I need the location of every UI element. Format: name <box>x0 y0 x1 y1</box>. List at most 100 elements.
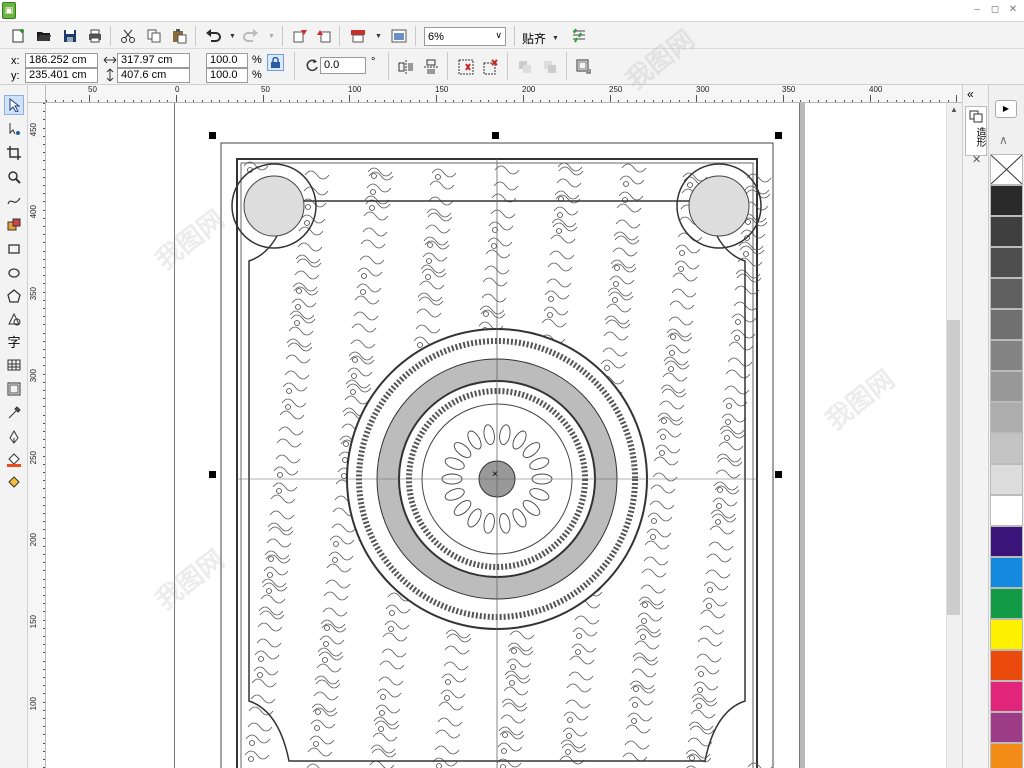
scroll-up-icon[interactable]: ▲ <box>950 105 958 114</box>
copy-icon[interactable] <box>144 26 164 46</box>
freehand-tool-icon[interactable] <box>4 191 24 211</box>
new-document-icon[interactable] <box>9 26 29 46</box>
export-icon[interactable] <box>314 26 334 46</box>
color-swatch[interactable] <box>990 402 1023 433</box>
smart-fill-tool-icon[interactable] <box>4 215 24 235</box>
ruler-label: 400 <box>29 205 38 219</box>
palette-scroll-up[interactable]: ∧ <box>999 133 1008 147</box>
options-icon[interactable] <box>569 26 589 46</box>
shape-tool-icon[interactable] <box>4 119 24 139</box>
scale-y-percent: % <box>252 69 262 81</box>
rectangle-tool-icon[interactable] <box>4 239 24 259</box>
snap-label: 贴齐 <box>522 32 547 46</box>
vertical-ruler[interactable]: 450 400 350 300 250 200 150 100 <box>28 103 46 768</box>
ruler-label: 200 <box>522 85 536 94</box>
scale-y-field[interactable]: 100.0 <box>206 68 248 83</box>
color-swatch[interactable] <box>990 557 1023 588</box>
drawing-canvas[interactable]: × <box>46 103 946 768</box>
color-swatch[interactable] <box>990 588 1023 619</box>
eyedropper-tool-icon[interactable] <box>4 403 24 423</box>
color-swatch[interactable] <box>990 464 1023 495</box>
app-launcher-icon[interactable] <box>389 26 409 46</box>
selection-handle[interactable] <box>209 471 216 478</box>
interactive-fill-tool-icon[interactable] <box>4 473 24 493</box>
ruler-label: 250 <box>609 85 623 94</box>
color-swatch[interactable] <box>990 278 1023 309</box>
publish-dropdown-icon[interactable]: ▼ <box>375 33 382 40</box>
mirror-horizontal-icon[interactable] <box>396 57 416 77</box>
rotation-angle-field[interactable]: 0.0 <box>320 57 366 74</box>
undo-icon[interactable] <box>203 26 223 46</box>
color-swatch[interactable] <box>990 433 1023 464</box>
group-icon[interactable] <box>456 57 476 77</box>
x-position-field[interactable]: 186.252 cm <box>25 53 98 68</box>
color-swatch[interactable] <box>990 495 1023 526</box>
docker-tab-shaping[interactable]: 造形 <box>965 106 987 156</box>
basic-shapes-tool-icon[interactable] <box>4 309 24 329</box>
open-icon[interactable] <box>34 26 54 46</box>
color-swatch[interactable] <box>990 185 1023 216</box>
parallel-dimension-tool-icon[interactable] <box>4 379 24 399</box>
y-label: y: <box>11 70 20 82</box>
docker-collapse-button[interactable]: « <box>967 87 974 101</box>
horizontal-ruler[interactable]: 50 0 50 100 150 200 250 300 350 400 <box>46 85 962 103</box>
color-swatch[interactable] <box>990 619 1023 650</box>
selection-handle[interactable] <box>775 471 782 478</box>
color-swatch[interactable] <box>990 650 1023 681</box>
vertical-scroll-thumb[interactable] <box>947 320 960 615</box>
zoom-level-combo[interactable]: 6% ∨ <box>424 27 506 46</box>
bounding-box-icon[interactable] <box>574 57 594 77</box>
table-tool-icon[interactable] <box>4 355 24 375</box>
selection-handle[interactable] <box>775 132 782 139</box>
lock-ratio-button[interactable] <box>267 54 284 71</box>
color-swatch[interactable] <box>990 743 1023 768</box>
paste-icon[interactable] <box>169 26 189 46</box>
color-swatch[interactable] <box>990 526 1023 557</box>
cut-icon[interactable] <box>118 26 138 46</box>
ungroup-icon[interactable] <box>481 57 501 77</box>
y-position-field[interactable]: 235.401 cm <box>25 68 98 83</box>
palette-flyout-button[interactable]: ▶ <box>995 100 1017 118</box>
outline-pen-tool-icon[interactable] <box>4 427 24 447</box>
ruler-label: 150 <box>29 615 38 629</box>
save-icon[interactable] <box>60 26 80 46</box>
redo-dropdown-icon[interactable]: ▼ <box>268 33 275 40</box>
print-icon[interactable] <box>85 26 105 46</box>
publish-icon[interactable] <box>348 26 368 46</box>
coreldraw-window: ▣ – ◻ ✕ ▼ ▼ ▼ 6% ∨ 贴齐 ▼ x: 186.252 cm y:… <box>0 0 1024 768</box>
fill-tool-icon[interactable] <box>4 450 24 470</box>
snap-to-button[interactable]: 贴齐 ▼ <box>522 30 559 47</box>
ellipse-tool-icon[interactable] <box>4 263 24 283</box>
crop-tool-icon[interactable] <box>4 143 24 163</box>
docker-close-button[interactable]: ✕ <box>972 153 981 166</box>
degree-symbol: ° <box>371 56 376 68</box>
polygon-tool-icon[interactable] <box>4 286 24 306</box>
import-icon[interactable] <box>290 26 310 46</box>
color-swatch[interactable] <box>990 712 1023 743</box>
selection-handle[interactable] <box>492 132 499 139</box>
color-swatch[interactable] <box>990 309 1023 340</box>
zoom-tool-icon[interactable] <box>4 167 24 187</box>
carpet-pattern-artwork[interactable] <box>219 141 775 768</box>
break-apart-icon[interactable] <box>540 57 560 77</box>
text-tool-icon[interactable]: 字 <box>4 331 24 351</box>
undo-dropdown-icon[interactable]: ▼ <box>229 33 236 40</box>
color-swatch[interactable] <box>990 681 1023 712</box>
width-field[interactable]: 317.97 cm <box>117 53 190 68</box>
color-swatch[interactable] <box>990 247 1023 278</box>
minimize-button[interactable]: – <box>970 3 984 17</box>
ruler-origin[interactable] <box>28 85 46 103</box>
color-swatch[interactable] <box>990 371 1023 402</box>
color-swatch[interactable] <box>990 340 1023 371</box>
selection-handle[interactable] <box>209 132 216 139</box>
redo-icon[interactable] <box>241 26 261 46</box>
restore-button[interactable]: ◻ <box>988 3 1002 17</box>
height-field[interactable]: 407.6 cm <box>117 68 190 83</box>
close-button[interactable]: ✕ <box>1006 3 1020 17</box>
mirror-vertical-icon[interactable] <box>421 57 441 77</box>
pick-tool-icon[interactable] <box>4 95 24 115</box>
scale-x-field[interactable]: 100.0 <box>206 53 248 68</box>
combine-icon[interactable] <box>515 57 535 77</box>
no-color-swatch[interactable] <box>990 154 1023 185</box>
color-swatch[interactable] <box>990 216 1023 247</box>
